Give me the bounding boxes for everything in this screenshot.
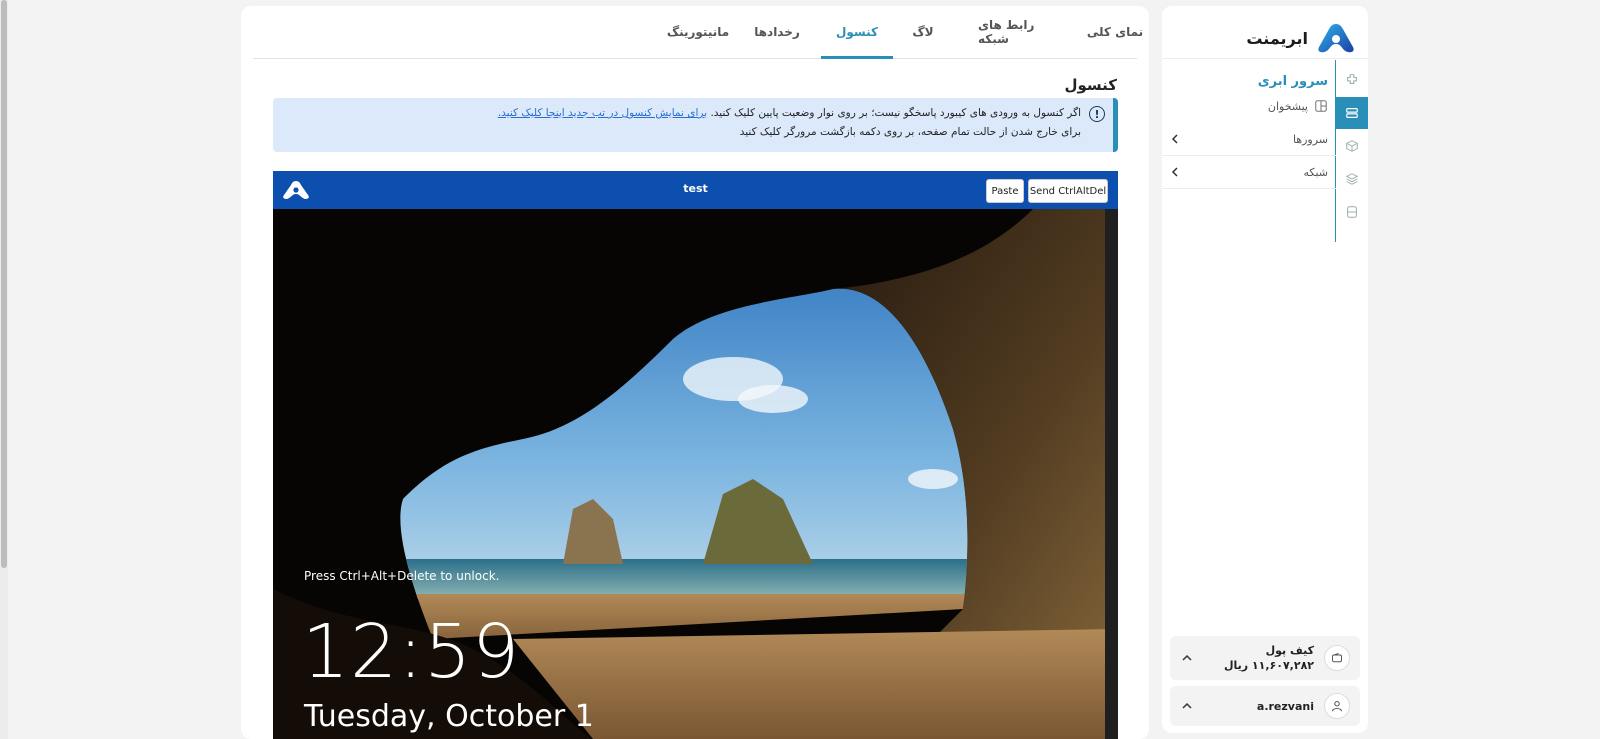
lock-screen-clock: 12:59: [302, 609, 521, 695]
tab-console-label: کنسول: [835, 25, 879, 39]
page-scrollbar[interactable]: [0, 0, 8, 739]
page-title: کنسول: [1064, 76, 1117, 94]
tab-console[interactable]: کنسول: [821, 6, 893, 59]
sidebar-item-network-label: شبکه: [1303, 165, 1328, 179]
tab-network-interfaces[interactable]: رابط های شبکه: [978, 6, 1068, 58]
console-toolbar: test Paste Send CtrlAltDel: [273, 171, 1118, 209]
tab-monitoring-label: مانیتورینگ: [666, 25, 730, 39]
wallet-icon: [1324, 645, 1350, 671]
tab-overview-label: نمای کلی: [1086, 25, 1144, 39]
alert-line-1: اگر کنسول به ورودی های کیبورد پاسخگو نیس…: [498, 107, 1081, 119]
send-ctrlaltdel-button[interactable]: Send CtrlAltDel: [1028, 179, 1108, 203]
tab-monitoring[interactable]: مانیتورینگ: [658, 6, 738, 58]
brand-name: ابریمنت: [1246, 28, 1308, 48]
brand-logo-icon: [1318, 24, 1354, 53]
sidebar-item-dashboard-label: پیشخوان: [1267, 99, 1308, 113]
sidebar: ابریمنت سرور ابری پیشخوان سرورها شبکه کی…: [1162, 6, 1368, 733]
user-icon: [1324, 693, 1350, 719]
paste-button[interactable]: Paste: [986, 179, 1024, 203]
sidebar-section-title: سرور ابری: [1257, 74, 1328, 89]
tab-events-label: رخدادها: [754, 25, 800, 39]
chevron-left-icon: [1171, 167, 1178, 177]
info-alert: ! اگر کنسول به ورودی های کیبورد پاسخگو ن…: [273, 98, 1118, 152]
vnc-console-screen[interactable]: Press Ctrl+Alt+Delete to unlock. 12:59 T…: [273, 209, 1118, 739]
sidebar-menu: سرور ابری پیشخوان سرورها شبکه: [1162, 60, 1336, 189]
info-icon: !: [1089, 106, 1105, 122]
wallet-amount: ۱۱,۶۰۷,۲۸۲ ریال: [1223, 659, 1314, 672]
open-console-new-tab-link[interactable]: برای نمایش کنسول در تب جدید اینجا کلیک ک…: [498, 107, 707, 119]
user-card[interactable]: a.rezvani: [1170, 686, 1360, 726]
alert-text-1: اگر کنسول به ورودی های کیبورد پاسخگو نیس…: [710, 107, 1081, 119]
rail-server-icon[interactable]: [1336, 97, 1368, 129]
wallet-card[interactable]: کیف پول ۱۱,۶۰۷,۲۸۲ ریال: [1170, 636, 1360, 680]
rail-storage-icon[interactable]: [1336, 196, 1368, 228]
page-scrollbar-thumb[interactable]: [1, 0, 7, 568]
console-scrollbar[interactable]: [1105, 209, 1118, 739]
tab-log[interactable]: لاگ: [893, 6, 953, 58]
tab-bar: نمای کلی رابط های شبکه لاگ کنسول رخدادها…: [253, 6, 1143, 59]
unlock-hint: Press Ctrl+Alt+Delete to unlock.: [304, 569, 500, 583]
sidebar-item-dashboard[interactable]: پیشخوان: [1162, 89, 1336, 123]
main-card: نمای کلی رابط های شبکه لاگ کنسول رخدادها…: [241, 6, 1149, 739]
tab-overview[interactable]: نمای کلی: [1083, 6, 1147, 58]
tab-log-label: لاگ: [912, 25, 934, 39]
sidebar-item-servers[interactable]: سرورها: [1162, 123, 1336, 156]
sidebar-item-servers-label: سرورها: [1292, 132, 1328, 146]
rail-cube-icon[interactable]: [1336, 130, 1368, 162]
wallet-title: کیف پول: [1265, 644, 1314, 657]
sidebar-rail: [1335, 60, 1368, 242]
sidebar-divider: [1162, 58, 1368, 59]
chevron-left-icon: [1171, 134, 1178, 144]
tab-events[interactable]: رخدادها: [741, 6, 813, 58]
tab-network-interfaces-label: رابط های شبکه: [978, 18, 1035, 46]
username: a.rezvani: [1256, 699, 1314, 713]
chevron-up-icon[interactable]: [1180, 699, 1194, 713]
chevron-up-icon[interactable]: [1180, 651, 1194, 665]
wallet-info: کیف پول ۱۱,۶۰۷,۲۸۲ ریال: [1194, 643, 1324, 673]
rail-layers-icon[interactable]: [1336, 163, 1368, 195]
lock-screen-date: Tuesday, October 1: [304, 699, 594, 734]
sidebar-item-network[interactable]: شبکه: [1162, 156, 1336, 189]
dashboard-icon: [1315, 100, 1327, 112]
brand[interactable]: ابریمنت: [1246, 20, 1356, 56]
rail-puzzle-icon[interactable]: [1336, 64, 1368, 96]
alert-text-2: برای خارج شدن از حالت تمام صفحه، بر روی …: [739, 126, 1081, 138]
